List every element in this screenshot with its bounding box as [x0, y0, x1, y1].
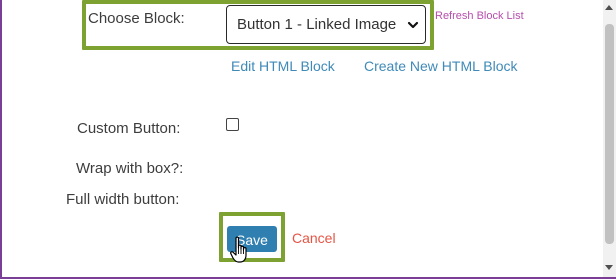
cancel-link[interactable]: Cancel: [292, 230, 336, 246]
create-html-block-link[interactable]: Create New HTML Block: [364, 58, 518, 74]
full-width-button-label: Full width button:: [66, 191, 180, 208]
block-select[interactable]: Button 1 - Linked Image: [226, 5, 426, 44]
refresh-block-list-link[interactable]: Refresh Block List: [435, 10, 524, 22]
scroll-up-icon[interactable]: [605, 5, 613, 10]
custom-button-checkbox[interactable]: [226, 118, 239, 131]
scroll-thumb[interactable]: [605, 24, 614, 244]
custom-button-label: Custom Button:: [77, 120, 181, 137]
chevron-down-icon: [407, 21, 419, 29]
edit-html-block-link[interactable]: Edit HTML Block: [231, 58, 335, 74]
dialog-frame: Choose Block: Button 1 - Linked Image Re…: [0, 0, 616, 279]
block-select-value: Button 1 - Linked Image: [237, 16, 397, 33]
vertical-scrollbar[interactable]: [603, 0, 616, 277]
wrap-with-box-label: Wrap with box?:: [76, 160, 184, 177]
hand-pointer-icon: [230, 236, 247, 263]
choose-block-label: Choose Block:: [88, 10, 185, 27]
scroll-down-icon[interactable]: [605, 265, 613, 270]
